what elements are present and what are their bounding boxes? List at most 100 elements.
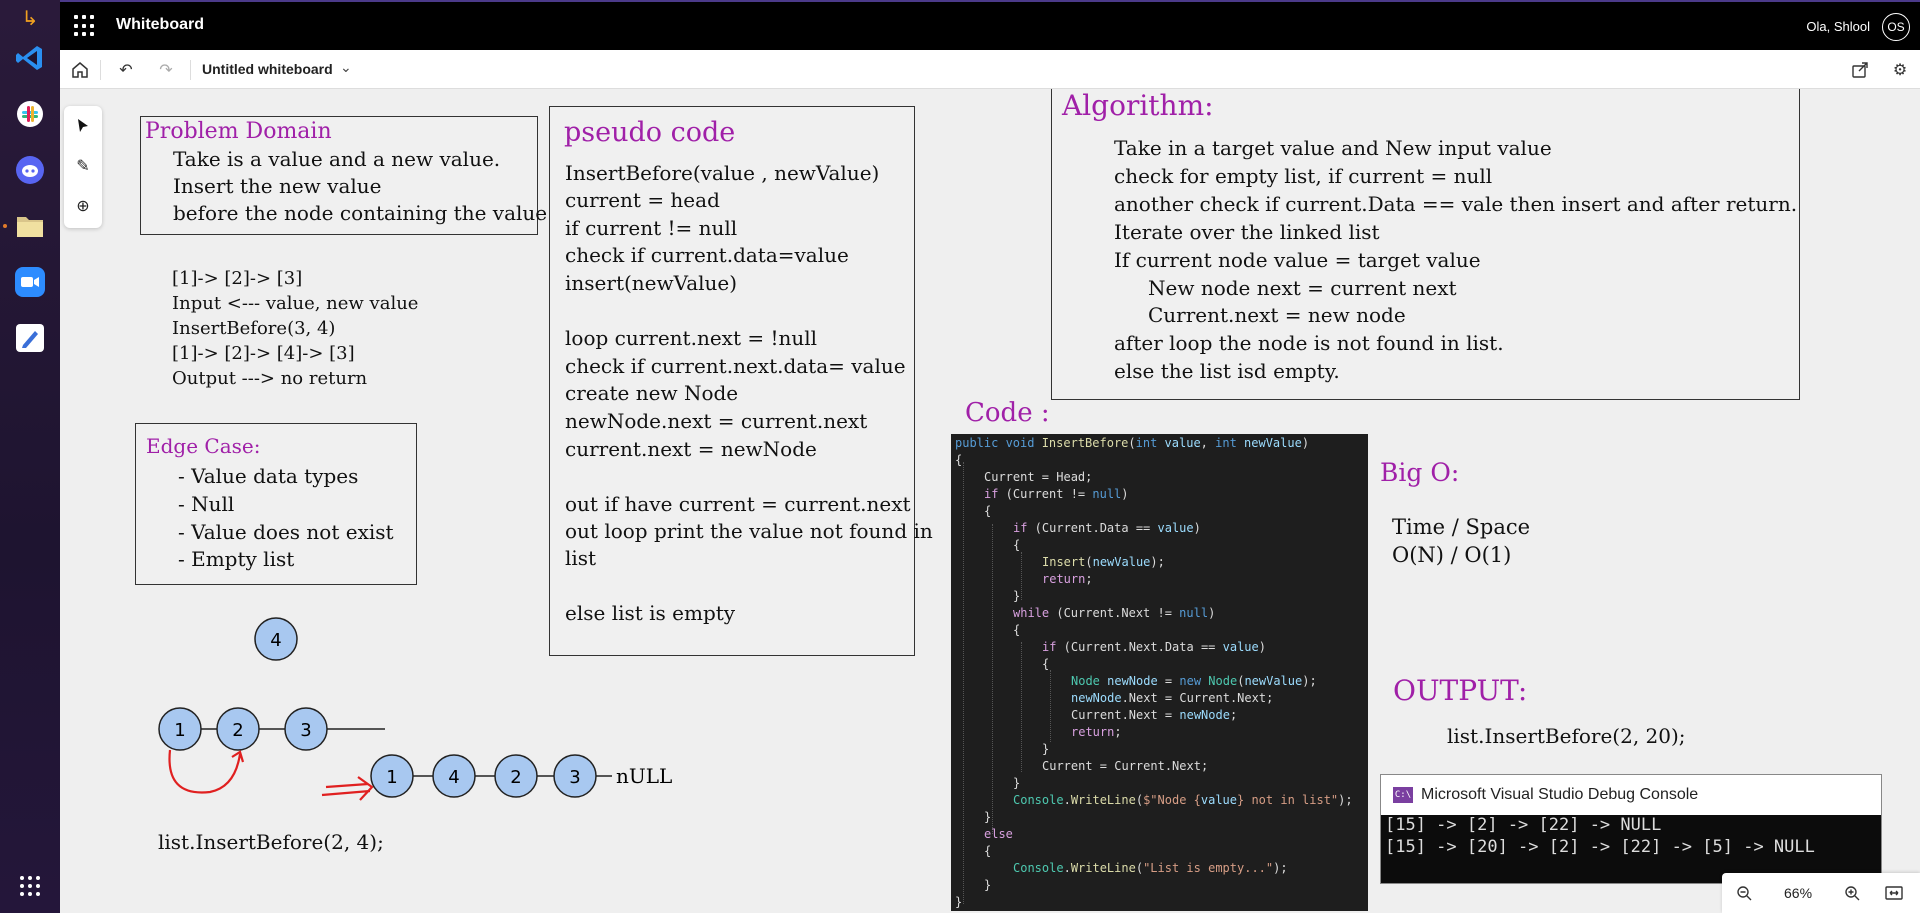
- svg-text:2: 2: [510, 767, 521, 788]
- svg-text:4: 4: [448, 767, 459, 788]
- home-button[interactable]: [68, 58, 92, 82]
- zoom-app-icon[interactable]: [12, 264, 48, 300]
- user-name: Ola, Shlool: [1806, 19, 1870, 34]
- pen-icon[interactable]: ✎: [71, 154, 95, 178]
- algorithm-line: New node next = current next: [1148, 276, 1457, 300]
- pseudo-line: loop current.next = !null: [565, 326, 818, 350]
- settings-gear-icon[interactable]: ⚙: [1888, 58, 1912, 82]
- edge-case-heading: Edge Case:: [146, 434, 261, 458]
- indent-guide: [963, 462, 964, 904]
- pseudo-line: create new Node: [565, 381, 739, 405]
- board-title[interactable]: Untitled whiteboard: [202, 61, 333, 77]
- example-line: [1]-> [2]-> [4]-> [3]: [172, 343, 355, 364]
- app-header: Whiteboard Ola, Shlool OS: [60, 0, 1920, 50]
- svg-text:3: 3: [300, 720, 311, 741]
- algorithm-line: Current.next = new node: [1148, 303, 1406, 327]
- pseudo-line: current = head: [565, 188, 720, 212]
- vscode-icon[interactable]: [12, 40, 48, 76]
- active-indicator: [3, 224, 7, 228]
- pseudo-line: current.next = newNode: [565, 437, 817, 461]
- indent-guide: [1021, 642, 1022, 772]
- app-launcher-icon[interactable]: [12, 868, 48, 904]
- red-arrow: [321, 782, 371, 797]
- algorithm-heading: Algorithm:: [1062, 89, 1214, 122]
- indent-guide: [1021, 552, 1022, 600]
- svg-text:3: 3: [569, 767, 580, 788]
- zoom-in-icon[interactable]: [1840, 881, 1864, 905]
- big-o-heading: Big O:: [1380, 458, 1460, 487]
- zoom-bar: 66%: [1722, 873, 1920, 913]
- problem-domain-line: Insert the new value: [173, 174, 382, 198]
- algorithm-line: else the list isd empty.: [1114, 359, 1340, 383]
- diagram-call: list.InsertBefore(2, 4);: [158, 830, 384, 854]
- pseudo-code-heading: pseudo code: [564, 117, 736, 148]
- red-curve-arrow: [168, 749, 242, 794]
- app-title: Whiteboard: [116, 16, 204, 33]
- pseudo-line: newNode.next = current.next: [565, 409, 868, 433]
- svg-text:2: 2: [232, 720, 243, 741]
- indent-guide: [992, 524, 993, 834]
- toolbar-divider: [190, 60, 191, 80]
- select-pointer-icon[interactable]: [71, 114, 95, 138]
- new-node: 4: [254, 617, 298, 661]
- console-line: [15] -> [2] -> [22] -> NULL: [1385, 815, 1662, 835]
- share-button[interactable]: [1848, 58, 1872, 82]
- algorithm-box[interactable]: Algorithm: Take in a target value and Ne…: [1051, 89, 1800, 400]
- node-after-1: 1: [370, 754, 414, 798]
- node-after-2: 4: [432, 754, 476, 798]
- algorithm-line: Iterate over the linked list: [1114, 220, 1380, 244]
- zoom-level[interactable]: 66%: [1784, 885, 1812, 901]
- slack-icon[interactable]: [12, 96, 48, 132]
- svg-text:1: 1: [386, 767, 397, 788]
- pseudo-line: else list is empty: [565, 601, 736, 625]
- svg-text:1: 1: [174, 720, 185, 741]
- pseudo-line: list: [565, 546, 597, 570]
- output-heading: OUTPUT:: [1393, 674, 1528, 707]
- pseudo-line: out loop print the value not found in: [565, 519, 933, 543]
- edge-case-item: - Value data types: [178, 464, 359, 488]
- zoom-out-icon[interactable]: [1732, 881, 1756, 905]
- output-call: list.InsertBefore(2, 20);: [1447, 724, 1686, 748]
- node-after-4: 3: [553, 754, 597, 798]
- example-line: InsertBefore(3, 4): [172, 318, 336, 339]
- node-before-1: 1: [158, 707, 202, 751]
- problem-domain-box[interactable]: Problem Domain Take is a value and a new…: [140, 116, 553, 235]
- file-explorer-icon[interactable]: [12, 208, 48, 244]
- pseudo-line: if current != null: [565, 216, 738, 240]
- waffle-menu-icon[interactable]: [74, 15, 96, 37]
- big-o-line: O(N) / O(1): [1392, 543, 1512, 567]
- add-icon[interactable]: ⊕: [71, 194, 95, 218]
- algorithm-line: after loop the node is not found in list…: [1114, 331, 1504, 355]
- redo-button[interactable]: ↷: [154, 58, 178, 82]
- example-line: Output ---> no return: [172, 368, 368, 389]
- big-o-line: Time / Space: [1392, 515, 1531, 539]
- example-line: Input <--- value, new value: [172, 293, 419, 314]
- undo-button[interactable]: ↶: [114, 58, 138, 82]
- algorithm-line: check for empty list, if current = null: [1114, 164, 1493, 188]
- chevron-down-icon[interactable]: ⌄: [340, 59, 352, 76]
- pseudo-line: InsertBefore(value , newValue): [565, 161, 880, 185]
- console-title: Microsoft Visual Studio Debug Console: [1421, 786, 1699, 803]
- edge-case-item: - Value does not exist: [178, 520, 394, 544]
- board-toolbar: ↶ ↷ Untitled whiteboard ⌄ ⚙: [60, 50, 1920, 89]
- os-taskbar: ↳: [0, 0, 60, 913]
- console-title-bar: C:\ Microsoft Visual Studio Debug Consol…: [1381, 775, 1881, 815]
- folder-arrow-icon[interactable]: ↳: [12, 0, 48, 36]
- code-screenshot[interactable]: public void InsertBefore(int value, int …: [951, 434, 1368, 911]
- edge-case-box[interactable]: Edge Case: - Value data types - Null - V…: [135, 423, 417, 585]
- tool-rail: ✎ ⊕: [64, 106, 102, 228]
- node-before-2: 2: [216, 707, 260, 751]
- console-line: [15] -> [20] -> [2] -> [22] -> [5] -> NU…: [1385, 837, 1815, 857]
- avatar[interactable]: OS: [1882, 13, 1910, 41]
- fit-to-screen-icon[interactable]: [1882, 881, 1906, 905]
- debug-console[interactable]: C:\ Microsoft Visual Studio Debug Consol…: [1380, 774, 1882, 884]
- pseudo-line: check if current.next.data= value: [565, 354, 906, 378]
- pseudo-code-box[interactable]: pseudo code InsertBefore(value , newValu…: [549, 106, 933, 656]
- svg-text:4: 4: [270, 630, 281, 651]
- edge-case-item: - Null: [178, 492, 235, 516]
- discord-icon[interactable]: [12, 152, 48, 188]
- indent-guide: [1050, 670, 1051, 742]
- problem-domain-line: Take is a value and a new value.: [173, 147, 501, 171]
- whiteboard-app-icon[interactable]: [12, 320, 48, 356]
- toolbar-divider: [100, 60, 101, 80]
